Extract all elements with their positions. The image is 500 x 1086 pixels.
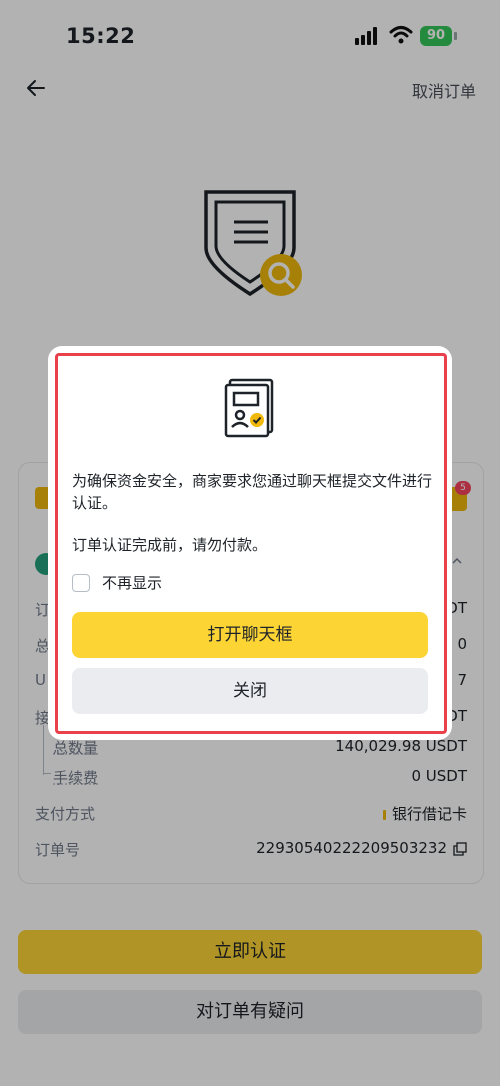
highlight-frame [55,353,447,734]
